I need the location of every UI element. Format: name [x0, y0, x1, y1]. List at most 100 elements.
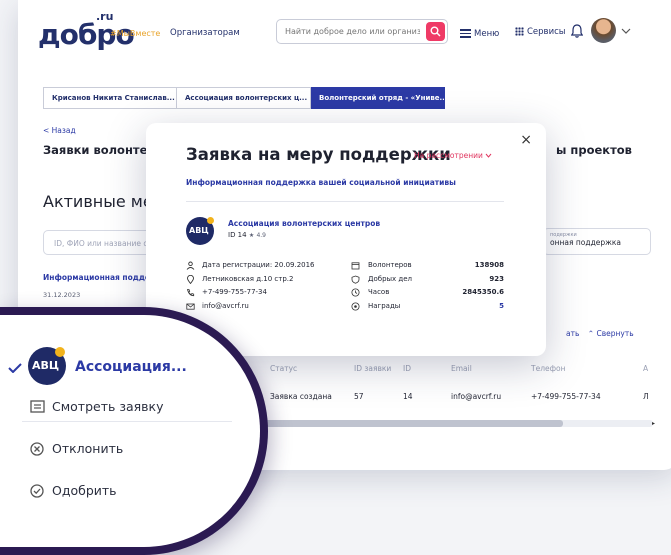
- hashtag-link[interactable]: #МыВместе: [110, 29, 160, 38]
- search-button[interactable]: [426, 22, 445, 41]
- location-pin-icon: [186, 274, 195, 286]
- user-avatar[interactable]: [591, 18, 616, 43]
- reject-label: Отклонить: [52, 441, 124, 456]
- org-logo: АВЦ: [28, 347, 66, 385]
- approve-button[interactable]: Одобрить: [30, 483, 117, 498]
- horizontal-scrollbar[interactable]: ▸: [258, 420, 655, 427]
- col-status: Статус: [270, 364, 298, 373]
- org-logo-text: АВЦ: [32, 359, 60, 372]
- logo-sup: .ru: [96, 10, 114, 23]
- stat-value: 2845350.6: [462, 288, 504, 296]
- cell-email: info@avcrf.ru: [451, 392, 502, 401]
- stat-label: Добрых дел: [368, 274, 413, 283]
- stat-label: Награды: [368, 301, 401, 310]
- back-link[interactable]: < Назад: [43, 126, 76, 135]
- status-badge: На рассмотрении: [414, 151, 483, 160]
- chevron-down-icon: [485, 153, 492, 158]
- org-rating: 4.9: [256, 232, 266, 239]
- stat-label: Часов: [368, 288, 390, 296]
- support-select[interactable]: подержки онная поддержка: [543, 228, 651, 255]
- support-request-modal: × Заявка на меру поддержки На рассмотрен…: [146, 123, 546, 356]
- reject-icon: [30, 442, 44, 456]
- award-icon: [351, 302, 360, 313]
- search-input[interactable]: [285, 27, 420, 36]
- grid-icon: [515, 27, 524, 36]
- star-icon: ★: [248, 232, 255, 239]
- section-title: Активные мер: [43, 192, 163, 211]
- cell-extra: Л: [643, 392, 649, 401]
- stat-value: 5: [499, 301, 504, 310]
- cell-request-id: 57: [354, 392, 364, 401]
- address: Летниковская д.10 стр.2: [186, 274, 346, 289]
- approve-icon: [30, 484, 44, 498]
- phone-icon: [186, 288, 195, 299]
- reject-button[interactable]: Отклонить: [30, 441, 123, 456]
- phone: +7-499-755-77-34: [186, 288, 346, 302]
- hamburger-icon: [460, 27, 471, 40]
- clock-icon: [351, 288, 360, 299]
- measure-date: 31.12.2023: [43, 291, 81, 299]
- cell-phone: +7-499-755-77-34: [531, 392, 601, 401]
- close-icon[interactable]: ×: [520, 132, 532, 148]
- calendar-icon: [351, 261, 360, 272]
- org-logo: АВЦ: [186, 217, 214, 245]
- modal-title: Заявка на меру поддержки: [186, 145, 451, 164]
- cell-id: 14: [403, 392, 413, 401]
- document-icon: [30, 400, 45, 413]
- menu-label: Меню: [474, 28, 500, 39]
- stat-good-deeds: Добрых дел 923: [351, 275, 504, 289]
- mail-icon: [186, 302, 195, 313]
- collapse-row: ать ⌃ Свернуть: [566, 329, 634, 338]
- check-icon: [8, 363, 22, 373]
- stat-value: 923: [489, 274, 504, 283]
- registration-date-text: Дата регистрации: 20.09.2016: [202, 261, 315, 269]
- collapse-label: Свернуть: [596, 329, 634, 338]
- chevron-up-icon: ⌃: [587, 329, 595, 338]
- col-phone: Телефон: [531, 364, 566, 373]
- search-box: [276, 19, 448, 44]
- org-id-value: ID 14: [228, 231, 247, 239]
- row-action-menu: Смотреть заявку Отклонить Одобрить: [22, 389, 232, 519]
- view-request-button[interactable]: Смотреть заявку: [30, 399, 163, 414]
- tab-person[interactable]: Крисанов Никита Станислав...: [43, 87, 177, 109]
- org-contact-info: Дата регистрации: 20.09.2016 Летниковска…: [186, 261, 346, 315]
- menu-button[interactable]: Меню: [460, 27, 499, 40]
- page-title-right: ы проектов: [556, 143, 632, 157]
- services-label: Сервисы: [527, 27, 566, 37]
- support-select-value: онная поддержка: [550, 238, 622, 247]
- email: info@avcrf.ru: [186, 302, 346, 316]
- organizers-link[interactable]: Организаторам: [170, 28, 240, 38]
- cell-status: Заявка создана: [270, 392, 332, 401]
- org-stats: Волонтеров 138908 Добрых дел 923 Часов 2845…: [351, 261, 504, 315]
- collapse-button[interactable]: ⌃ Свернуть: [588, 329, 634, 338]
- profile-tabs: Крисанов Никита Станислав... Ассоциация …: [43, 87, 445, 109]
- stat-value: 138908: [474, 261, 504, 269]
- scroll-thumb[interactable]: [258, 420, 563, 427]
- chevron-down-icon[interactable]: [621, 28, 631, 34]
- table-header: Статус ID заявки ID Email Телефон А: [258, 357, 671, 379]
- scroll-right-icon[interactable]: ▸: [652, 420, 655, 427]
- registration-date: Дата регистрации: 20.09.2016: [186, 261, 346, 275]
- phone-text: +7-499-755-77-34: [202, 288, 267, 296]
- support-measure-link[interactable]: Информационная подде: [43, 273, 150, 282]
- col-id: ID: [403, 364, 411, 373]
- approve-label: Одобрить: [52, 483, 117, 498]
- org-name[interactable]: Ассоциация...: [75, 359, 187, 375]
- search-icon: [430, 26, 441, 37]
- org-logo-text: АВЦ: [189, 226, 209, 235]
- magnifier-callout: АВЦ Ассоциация... Смотреть заявку Отклон…: [0, 307, 268, 555]
- table-row[interactable]: Заявка создана 57 14 info@avcrf.ru +7-49…: [258, 385, 671, 407]
- modal-subtitle: Информационная поддержка вашей социально…: [186, 178, 456, 187]
- status-dropdown[interactable]: На рассмотрении: [414, 151, 492, 160]
- col-request-id: ID заявки: [354, 364, 392, 373]
- services-button[interactable]: Сервисы: [515, 27, 565, 37]
- org-name-link[interactable]: Ассоциация волонтерских центров: [228, 219, 380, 228]
- tab-association[interactable]: Ассоциация волонтерских ц...: [177, 87, 311, 109]
- divider: [22, 421, 232, 422]
- org-id: ID 14 ★ 4.9: [228, 231, 266, 239]
- stat-volunteers: Волонтеров 138908: [351, 261, 504, 275]
- bell-icon[interactable]: [571, 24, 583, 38]
- stat-label: Волонтеров: [368, 261, 412, 269]
- tab-volunteer-squad[interactable]: Волонтерский отряд - «Униве...: [311, 87, 445, 109]
- stat-awards: Награды 5: [351, 302, 504, 316]
